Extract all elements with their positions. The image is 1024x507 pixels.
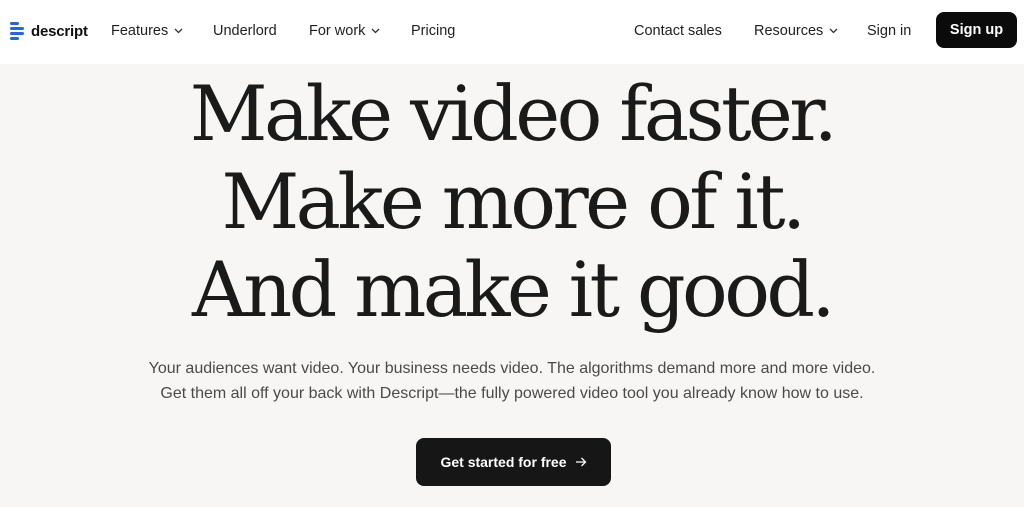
nav-for-work-label: For work	[309, 23, 366, 39]
descript-logo-link[interactable]: descript	[10, 19, 88, 43]
nav-contact-sales-link[interactable]: Contact sales	[634, 20, 722, 42]
nav-contact-sales-label: Contact sales	[634, 23, 722, 39]
nav-features-label: Features	[111, 23, 169, 39]
hero-headline-line-1: Make video faster.	[189, 69, 838, 158]
nav-underlord-label: Underlord	[213, 23, 277, 39]
nav-pricing-label: Pricing	[411, 23, 456, 39]
sign-in-link[interactable]: Sign in	[867, 20, 911, 42]
hero-subtitle-line-2: Get them all off your back with Descript…	[160, 385, 864, 402]
sign-up-button[interactable]: Sign up	[936, 12, 1017, 48]
hero-headline-line-2: Make more of it.	[221, 157, 806, 246]
chevron-down-icon	[371, 28, 380, 34]
get-started-label: Get started for free	[440, 454, 567, 470]
hero-headline: Make video faster. Make more of it. And …	[0, 70, 1024, 334]
nav-resources-menu[interactable]: Resources	[754, 20, 838, 42]
sign-in-label: Sign in	[867, 23, 912, 39]
nav-features-menu[interactable]: Features	[111, 20, 183, 42]
descript-logo-icon	[10, 22, 24, 40]
chevron-down-icon	[174, 28, 183, 34]
hero-headline-line-3: And make it good.	[192, 245, 836, 334]
nav-resources-label: Resources	[754, 23, 824, 39]
nav-pricing-link[interactable]: Pricing	[411, 20, 455, 42]
top-navigation-bar: descript Features Underlord For work Pri…	[0, 0, 1024, 64]
arrow-right-icon	[575, 457, 586, 467]
nav-for-work-menu[interactable]: For work	[309, 20, 380, 42]
get-started-button[interactable]: Get started for free	[416, 438, 611, 486]
chevron-down-icon	[829, 28, 838, 34]
brand-name: descript	[31, 22, 88, 40]
hero-subtitle-line-1: Your audiences want video. Your business…	[148, 360, 876, 377]
hero-subtitle: Your audiences want video. Your business…	[0, 356, 1024, 406]
nav-underlord-link[interactable]: Underlord	[213, 20, 277, 42]
